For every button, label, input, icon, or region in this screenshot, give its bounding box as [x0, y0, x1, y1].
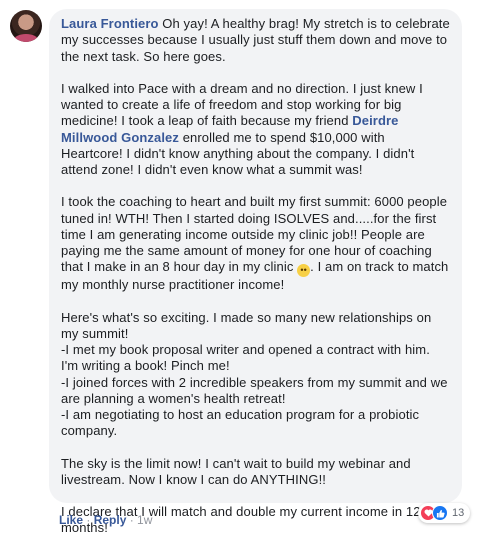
flushed-emoji-icon: ••	[297, 264, 311, 278]
comment-author[interactable]: Laura Frontiero	[61, 16, 159, 31]
separator-dot: ·	[83, 513, 94, 527]
comment-paragraph-1: Laura Frontiero Oh yay! A healthy brag! …	[61, 16, 450, 65]
avatar[interactable]	[10, 10, 42, 42]
comment-paragraph-4: Here's what's so exciting. I made so man…	[61, 309, 448, 439]
reaction-count: 13	[452, 507, 465, 519]
comment-actions: Like · Reply · 1w	[59, 513, 152, 527]
avatar-shirt	[14, 34, 38, 42]
like-icon	[432, 505, 448, 521]
reply-button[interactable]: Reply	[94, 513, 127, 527]
separator-dot: ·	[126, 513, 138, 527]
comment-paragraph-5: The sky is the limit now! I can't wait t…	[61, 455, 411, 487]
comment-paragraph-3: I took the coaching to heart and built m…	[61, 194, 450, 293]
comment-paragraph-2: I walked into Pace with a dream and no d…	[61, 81, 450, 179]
timestamp[interactable]: 1w	[137, 513, 152, 527]
like-button[interactable]: Like	[59, 513, 83, 527]
reactions-summary[interactable]: 13	[418, 503, 471, 523]
comment-bubble: Laura Frontiero Oh yay! A healthy brag! …	[49, 9, 462, 535]
